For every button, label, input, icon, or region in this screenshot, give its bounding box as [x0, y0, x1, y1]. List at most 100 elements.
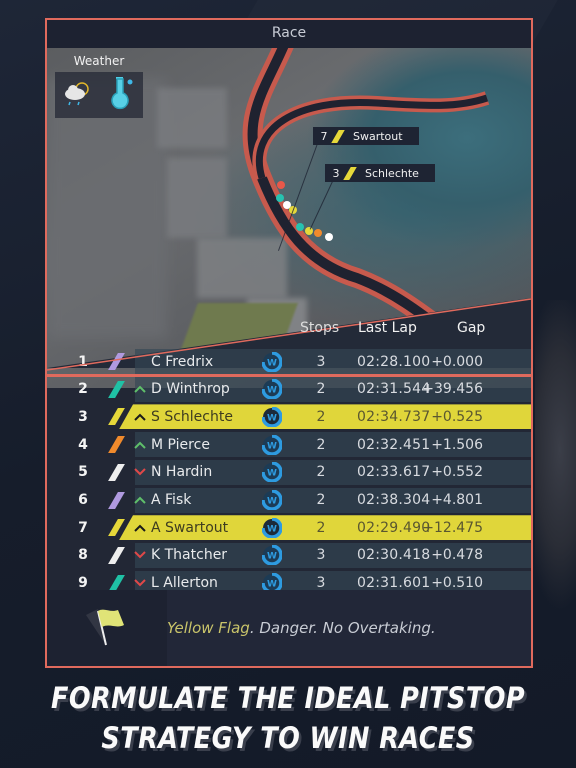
pit-stops: 3 — [316, 547, 326, 564]
wet-tyre-icon[interactable]: W — [261, 516, 283, 539]
tyre-compound-label: W — [267, 469, 277, 479]
wet-tyre-icon[interactable]: W — [261, 406, 283, 428]
gap-time: +0.510 — [431, 575, 483, 592]
team-color-stripe — [108, 353, 125, 370]
pit-stops: 2 — [316, 408, 326, 425]
position: 1 — [78, 353, 88, 370]
last-lap-time: 02:31.544 — [357, 381, 431, 398]
position: 2 — [78, 381, 88, 398]
pit-stops: 3 — [316, 353, 326, 370]
trend-up-icon — [133, 440, 147, 450]
race-panel: Race Weather 7 Swartout 3 Schlechte Stop… — [45, 18, 533, 668]
yellow-flag-icon — [84, 605, 130, 651]
flag-description: . Danger. No Overtaking. — [249, 619, 436, 637]
position: 3 — [78, 408, 88, 425]
driver-name: M Pierce — [151, 436, 210, 453]
driver-name: K Thatcher — [151, 547, 228, 564]
standings-row[interactable]: 3 S Schlechte W 2 02:34.737 +0.525 — [47, 403, 531, 430]
gap-time: +0.000 — [431, 353, 483, 370]
last-lap-time: 02:32.451 — [357, 436, 431, 453]
race-status-bar: Yellow Flag. Danger. No Overtaking. — [47, 590, 531, 666]
trend-down-icon — [133, 578, 147, 588]
gap-time: +0.552 — [431, 464, 483, 481]
gap-time: +0.478 — [431, 547, 483, 564]
trend-down-icon — [133, 550, 147, 560]
last-lap-time: 02:38.304 — [357, 492, 431, 508]
wet-tyre-icon[interactable]: W — [261, 544, 283, 567]
tagline-line-1: FORMULATE THE IDEAL PITSTOP — [51, 681, 525, 715]
tagline-line-2: STRATEGY TO WIN RACES — [101, 721, 475, 755]
position: 6 — [78, 492, 88, 508]
last-lap-time: 02:29.490 — [357, 519, 431, 536]
tyre-compound-label: W — [267, 552, 277, 562]
team-color-stripe — [108, 408, 125, 426]
weather-widget: Weather — [55, 54, 143, 118]
column-header-stops[interactable]: Stops — [300, 320, 339, 336]
standings-row[interactable]: 2 D Winthrop W 2 02:31.544 +39.456 — [47, 376, 531, 403]
wet-tyre-icon[interactable]: W — [261, 489, 283, 511]
trend-up-icon — [133, 495, 147, 505]
team-color-stripe — [108, 546, 125, 564]
tyre-compound-label: W — [267, 441, 277, 451]
gap-time: +12.475 — [422, 519, 483, 536]
position: 9 — [78, 575, 88, 592]
cloud-sun-rain-icon — [62, 78, 92, 112]
wet-tyre-icon[interactable]: W — [261, 378, 283, 400]
driver-name: A Swartout — [151, 519, 229, 536]
tyre-compound-label: W — [267, 413, 277, 423]
trend-up-icon — [133, 412, 147, 422]
weather-label: Weather — [73, 54, 125, 68]
car-marker[interactable] — [276, 194, 284, 202]
callout-name: Swartout — [353, 129, 403, 143]
driver-name: L Allerton — [151, 575, 218, 592]
wet-tyre-icon[interactable]: W — [261, 433, 283, 456]
last-lap-time: 02:34.737 — [357, 408, 431, 425]
trend-down-icon — [133, 467, 147, 477]
promo-tagline: FORMULATE THE IDEAL PITSTOP STRATEGY TO … — [35, 678, 542, 758]
last-lap-time: 02:31.601 — [357, 575, 431, 592]
leader-divider — [47, 374, 531, 377]
tyre-compound-label: W — [267, 386, 277, 396]
flag-label: Yellow Flag — [167, 619, 250, 637]
standings-row[interactable]: 1 C Fredrix W 3 02:28.100 +0.000 — [47, 348, 531, 375]
pit-stops: 3 — [316, 575, 326, 592]
car-marker[interactable] — [325, 233, 333, 241]
standings-row[interactable]: 6 A Fisk W 2 02:38.304 +4.801 — [47, 487, 531, 514]
gap-time: +39.456 — [422, 381, 483, 398]
team-color-stripe — [108, 519, 125, 537]
pit-stops: 2 — [316, 436, 326, 453]
car-marker[interactable] — [277, 181, 285, 189]
last-lap-time: 02:28.100 — [357, 353, 431, 370]
thermometer-flask-icon — [106, 75, 136, 115]
standings-row[interactable]: 4 M Pierce W 2 02:32.451 +1.506 — [47, 431, 531, 458]
last-lap-time: 02:33.617 — [357, 464, 431, 481]
wet-tyre-icon[interactable]: W — [261, 461, 283, 484]
trend-up-icon — [133, 384, 147, 394]
panel-title: Race — [47, 20, 531, 48]
gap-time: +4.801 — [431, 492, 483, 508]
status-message: Yellow Flag. Danger. No Overtaking. — [167, 619, 436, 637]
column-header-gap[interactable]: Gap — [457, 320, 485, 336]
position: 7 — [78, 519, 88, 536]
callout-name: Schlechte — [365, 166, 419, 180]
team-color-stripe — [108, 491, 125, 509]
position: 8 — [78, 547, 88, 564]
tyre-compound-label: W — [267, 497, 277, 507]
car-marker[interactable] — [296, 223, 304, 231]
standings-row[interactable]: 8 K Thatcher W 3 02:30.418 +0.478 — [47, 542, 531, 569]
tyre-compound-label: W — [267, 524, 277, 534]
driver-name: N Hardin — [151, 464, 213, 481]
pit-stops: 2 — [316, 519, 326, 536]
driver-name: D Winthrop — [151, 381, 230, 398]
column-header-last-lap[interactable]: Last Lap — [358, 320, 417, 336]
standings-row[interactable]: 5 N Hardin W 2 02:33.617 +0.552 — [47, 459, 531, 486]
wet-tyre-icon[interactable]: W — [261, 350, 283, 373]
tyre-compound-label: W — [267, 580, 277, 590]
position: 5 — [78, 464, 88, 481]
driver-callout[interactable]: 7 Swartout — [313, 127, 419, 145]
pit-stops: 2 — [316, 381, 326, 398]
driver-callout[interactable]: 3 Schlechte — [325, 164, 435, 182]
standings-row[interactable]: 7 A Swartout W 2 02:29.490 +12.475 — [47, 514, 531, 541]
car-marker[interactable] — [314, 229, 322, 237]
trend-up-icon — [133, 523, 147, 533]
